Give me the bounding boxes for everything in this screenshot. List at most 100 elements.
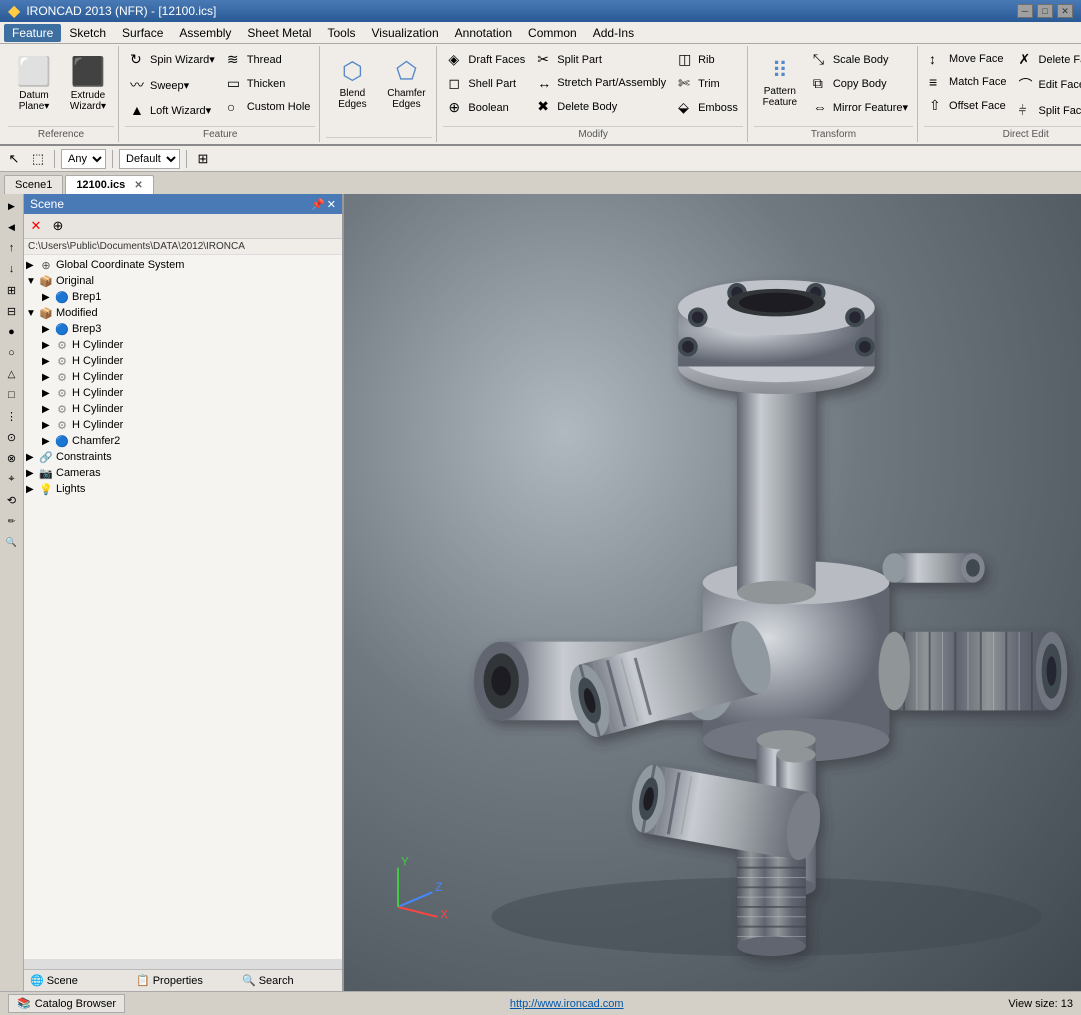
draft-faces-button[interactable]: ◈ Draft Faces: [443, 48, 530, 71]
scene-horizontal-scrollbar[interactable]: [24, 959, 342, 969]
select-tool[interactable]: ⬚: [28, 149, 48, 169]
menu-visualization[interactable]: Visualization: [363, 24, 446, 42]
menu-tools[interactable]: Tools: [319, 24, 363, 42]
chamfer-edges-button[interactable]: ⬠ ChamferEdges: [380, 48, 432, 118]
scene-tab-button[interactable]: 🌐 Scene: [24, 970, 130, 991]
mirror-feature-button[interactable]: ⇔ Mirror Feature▾: [808, 96, 913, 118]
trim-button[interactable]: ✄ Trim: [673, 72, 743, 95]
titlebar-controls[interactable]: ─ □ ✕: [1017, 4, 1073, 18]
offset-face-button[interactable]: ⇧ Offset Face: [924, 94, 1011, 117]
match-face-button[interactable]: ≡ Match Face: [924, 71, 1011, 93]
tree-item[interactable]: ▶⚙H Cylinder: [26, 353, 340, 369]
extrude-wizard-button[interactable]: ⬛ ExtrudeWizard▾: [62, 48, 114, 118]
config-button[interactable]: ⊞: [193, 149, 213, 169]
search-tab-button[interactable]: 🔍 Search: [236, 970, 342, 991]
scene-pin-button[interactable]: 📌: [311, 198, 325, 211]
tree-item[interactable]: ▶💡Lights: [26, 481, 340, 497]
tab-12100-close[interactable]: ✕: [134, 180, 142, 191]
side-tool-14[interactable]: ⌖: [2, 469, 22, 489]
tree-item[interactable]: ▶📷Cameras: [26, 465, 340, 481]
side-tool-1[interactable]: ▶: [2, 196, 22, 216]
blend-edges-button[interactable]: ⬡ BlendEdges: [326, 48, 378, 118]
side-tool-4[interactable]: ↓: [2, 259, 22, 279]
side-tool-17[interactable]: 🔍: [2, 532, 22, 552]
select-type-dropdown[interactable]: Any: [61, 149, 106, 169]
tree-expander[interactable]: ▶: [42, 388, 54, 399]
tree-item[interactable]: ▶⚙H Cylinder: [26, 401, 340, 417]
move-face-button[interactable]: ↕ Move Face: [924, 48, 1011, 70]
tree-item[interactable]: ▶🔵Chamfer2: [26, 433, 340, 449]
stretch-button[interactable]: ↔ Stretch Part/Assembly: [532, 72, 671, 94]
maximize-button[interactable]: □: [1037, 4, 1053, 18]
tab-scene1[interactable]: Scene1: [4, 175, 63, 194]
tree-expander[interactable]: ▶: [26, 260, 38, 271]
tree-expander[interactable]: ▶: [42, 292, 54, 303]
tree-expander[interactable]: ▼: [26, 308, 38, 319]
boolean-button[interactable]: ⊕ Boolean: [443, 96, 530, 119]
rib-button[interactable]: ◫ Rib: [673, 48, 743, 71]
menu-sketch[interactable]: Sketch: [61, 24, 114, 42]
scene-close-button[interactable]: ✕: [327, 198, 336, 211]
side-tool-15[interactable]: ⟲: [2, 490, 22, 510]
menu-add-ins[interactable]: Add-Ins: [585, 24, 642, 42]
copy-body-button[interactable]: ⧉ Copy Body: [808, 72, 913, 95]
tree-item[interactable]: ▶⊕Global Coordinate System: [26, 257, 340, 273]
menu-sheet-metal[interactable]: Sheet Metal: [239, 24, 319, 42]
side-tool-16[interactable]: ✏: [2, 511, 22, 531]
delete-body-button[interactable]: ✖ Delete Body: [532, 95, 671, 118]
shell-part-button[interactable]: ◻ Shell Part: [443, 72, 530, 95]
scene-tree[interactable]: ▶⊕Global Coordinate System▼📦Original▶🔵Br…: [24, 255, 342, 959]
tree-expander[interactable]: ▶: [42, 324, 54, 335]
scene-add-button[interactable]: ⊕: [48, 216, 68, 236]
custom-hole-button[interactable]: ○ Custom Hole: [222, 96, 316, 118]
properties-tab-button[interactable]: 📋 Properties: [130, 970, 236, 991]
side-tool-13[interactable]: ⊗: [2, 448, 22, 468]
edit-face-radius-button[interactable]: ⌒ Edit Face Radius: [1014, 72, 1081, 98]
side-tool-8[interactable]: ○: [2, 343, 22, 363]
side-tool-2[interactable]: ◀: [2, 217, 22, 237]
tree-item[interactable]: ▶⚙H Cylinder: [26, 385, 340, 401]
tree-expander[interactable]: ▶: [42, 340, 54, 351]
pattern-feature-button[interactable]: ⠿ PatternFeature: [754, 48, 806, 118]
sweep-button[interactable]: 〰 Sweep▾: [125, 72, 220, 98]
tree-expander[interactable]: ▶: [42, 436, 54, 447]
side-tool-5[interactable]: ⊞: [2, 280, 22, 300]
split-faces-button[interactable]: ⫩ Split Faces: [1014, 99, 1081, 122]
tree-expander[interactable]: ▶: [26, 484, 38, 495]
tree-expander[interactable]: ▶: [42, 372, 54, 383]
menu-annotation[interactable]: Annotation: [447, 24, 520, 42]
tree-item[interactable]: ▶⚙H Cylinder: [26, 337, 340, 353]
side-tool-3[interactable]: ↑: [2, 238, 22, 258]
split-part-button[interactable]: ✂ Split Part: [532, 48, 671, 71]
tree-expander[interactable]: ▼: [26, 276, 38, 287]
loft-wizard-button[interactable]: ▲ Loft Wizard▾: [125, 99, 220, 121]
datum-plane-button[interactable]: ⬜ DatumPlane▾: [8, 48, 60, 118]
tree-item[interactable]: ▼📦Original: [26, 273, 340, 289]
tree-expander[interactable]: ▶: [26, 452, 38, 463]
tree-expander[interactable]: ▶: [42, 404, 54, 415]
side-tool-12[interactable]: ⊙: [2, 427, 22, 447]
pointer-tool[interactable]: ↖: [4, 149, 24, 169]
thread-button[interactable]: ≋ Thread: [222, 48, 316, 71]
side-tool-10[interactable]: □: [2, 385, 22, 405]
scene-delete-button[interactable]: ✕: [26, 216, 46, 236]
emboss-button[interactable]: ⬙ Emboss: [673, 96, 743, 119]
tree-item[interactable]: ▶🔵Brep1: [26, 289, 340, 305]
side-tool-11[interactable]: ⋮: [2, 406, 22, 426]
side-tool-9[interactable]: △: [2, 364, 22, 384]
menu-assembly[interactable]: Assembly: [171, 24, 239, 42]
tree-item[interactable]: ▶⚙H Cylinder: [26, 417, 340, 433]
menu-common[interactable]: Common: [520, 24, 585, 42]
tree-item[interactable]: ▼📦Modified: [26, 305, 340, 321]
minimize-button[interactable]: ─: [1017, 4, 1033, 18]
tree-expander[interactable]: ▶: [42, 420, 54, 431]
scale-body-button[interactable]: ⤡ Scale Body: [808, 48, 913, 71]
close-button[interactable]: ✕: [1057, 4, 1073, 18]
side-tool-6[interactable]: ⊟: [2, 301, 22, 321]
menu-surface[interactable]: Surface: [114, 24, 171, 42]
tree-item[interactable]: ▶🔵Brep3: [26, 321, 340, 337]
tab-12100[interactable]: 12100.ics ✕: [65, 175, 153, 194]
viewport[interactable]: Z X Y: [344, 194, 1081, 991]
select-mode-dropdown[interactable]: Default: [119, 149, 180, 169]
delete-face-button[interactable]: ✗ Delete Face: [1014, 48, 1081, 71]
